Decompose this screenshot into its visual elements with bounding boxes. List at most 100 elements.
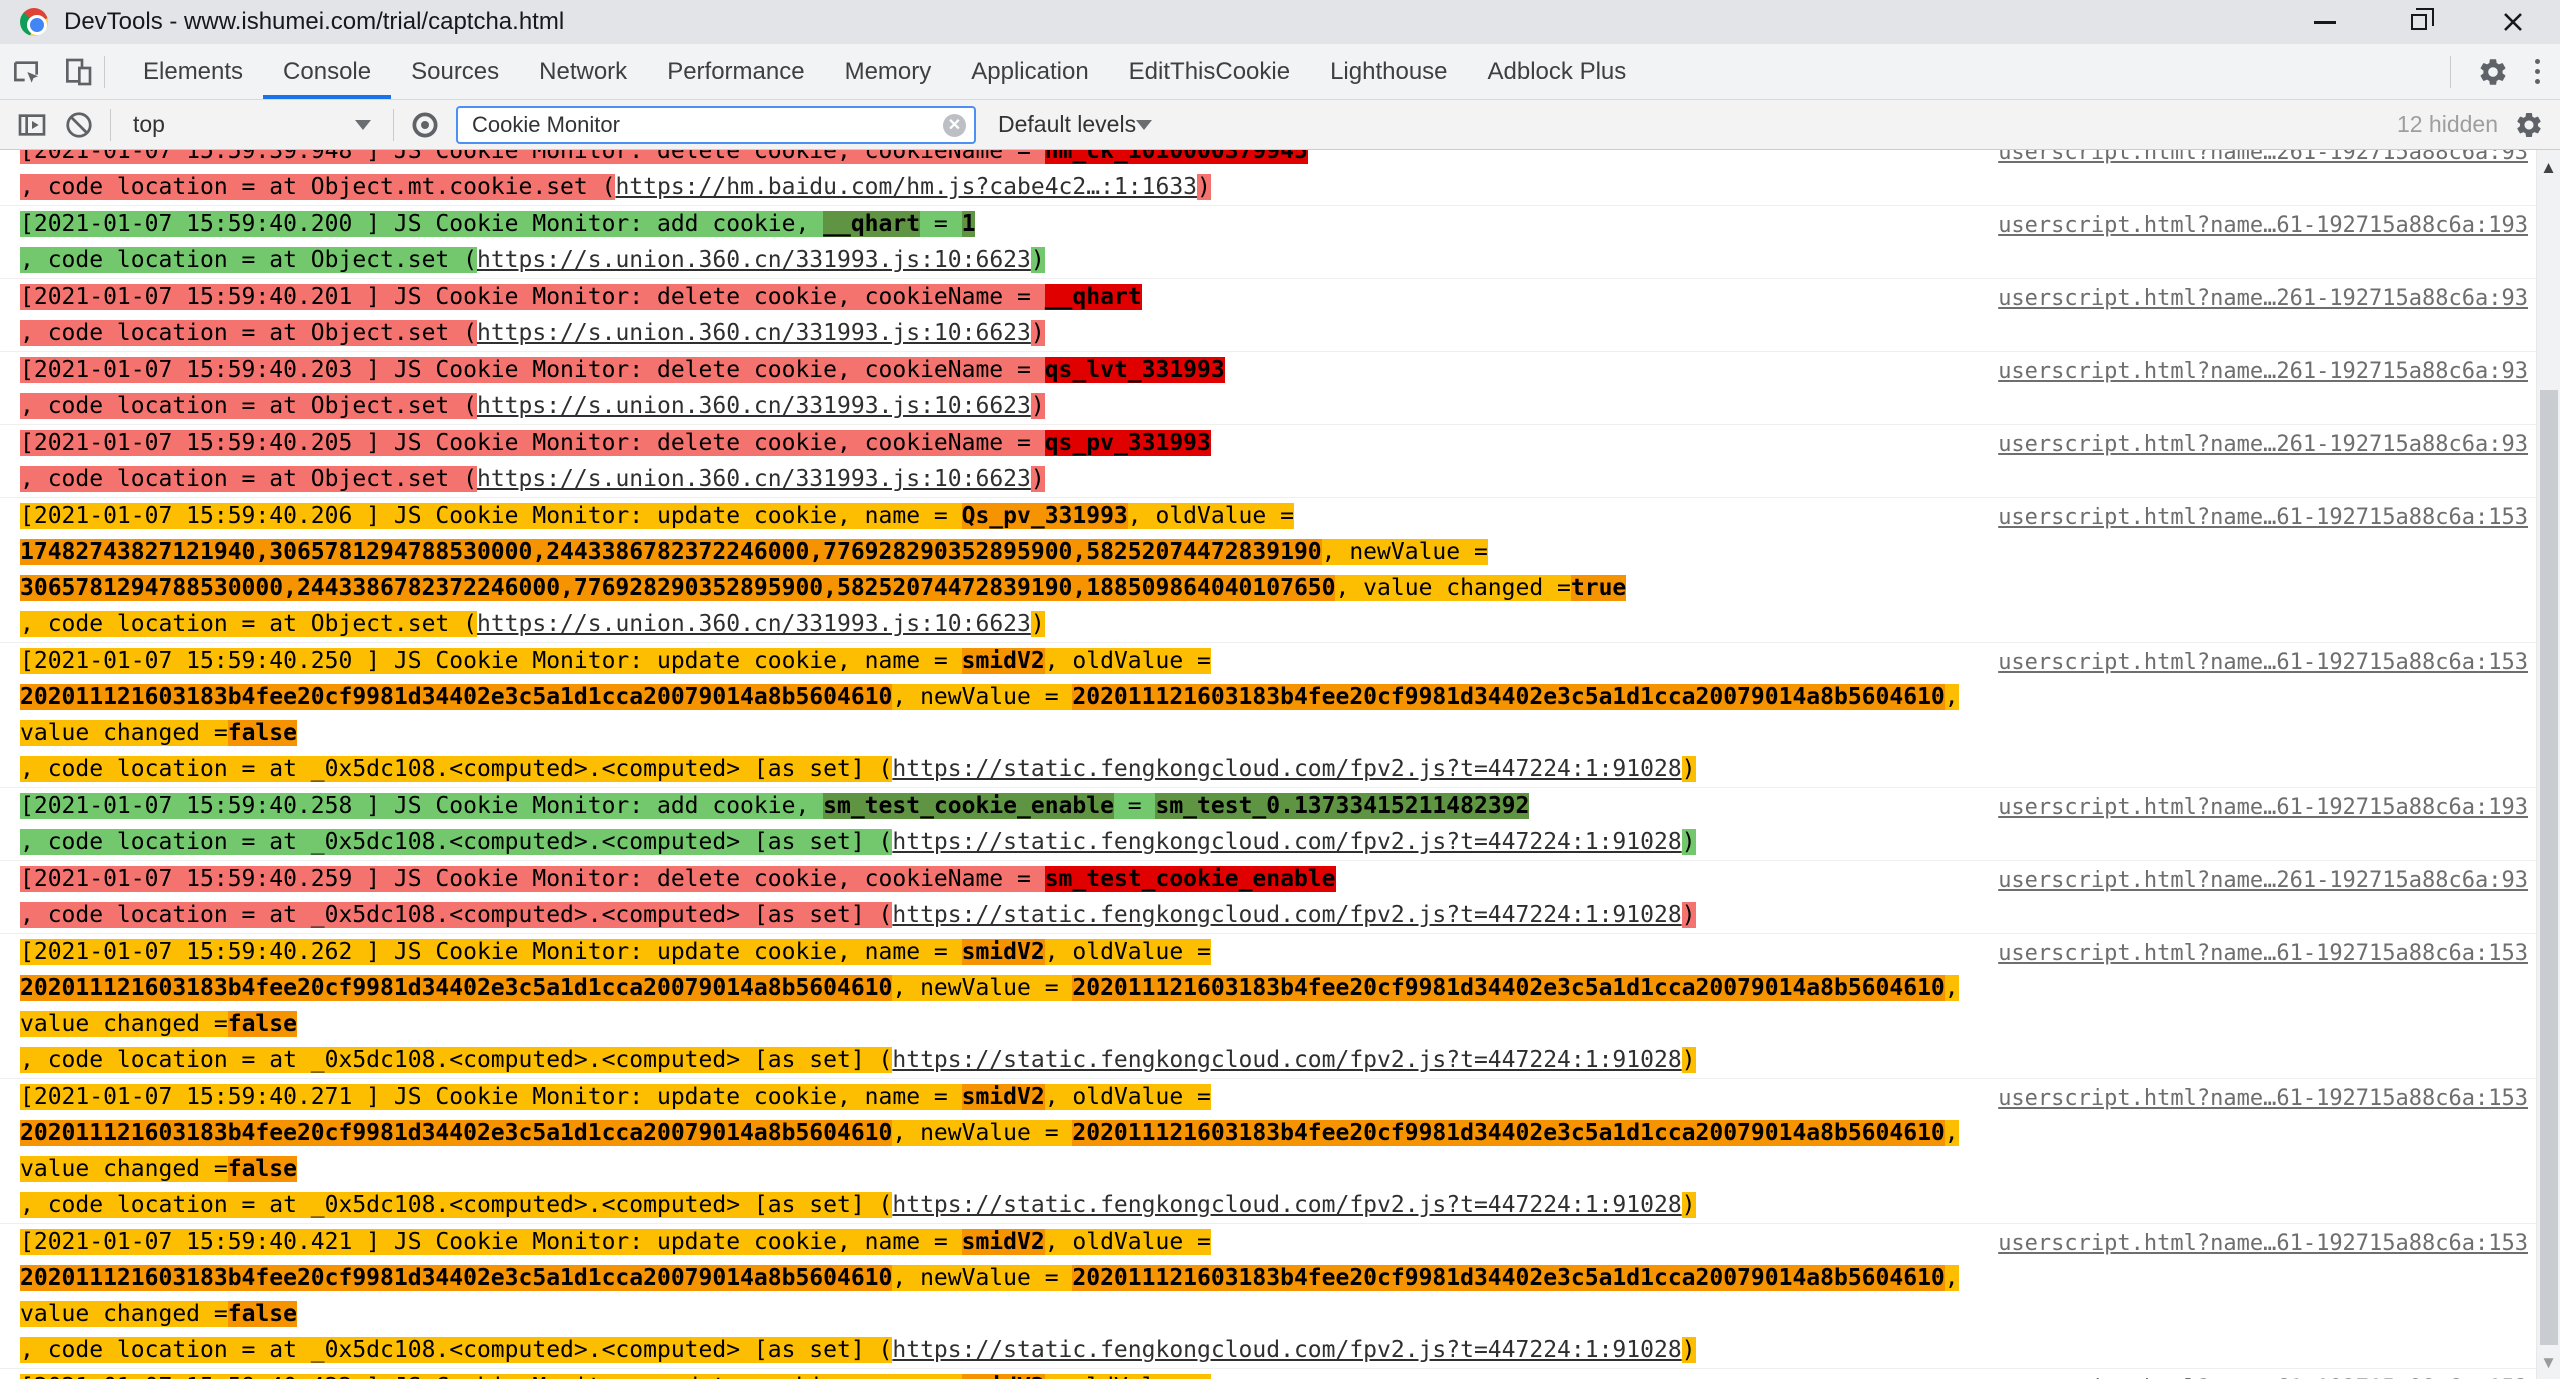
log-message: [2021-01-07 15:59:40.200 ] JS Cookie Mon… bbox=[20, 206, 1986, 278]
source-location-link[interactable]: userscript.html?name…261-192715a88c6a:93 bbox=[1986, 861, 2536, 899]
source-location-link[interactable]: userscript.html?name…61-192715a88c6a:193 bbox=[1986, 788, 2536, 826]
log-text: = bbox=[920, 211, 962, 237]
code-location-link[interactable]: https://static.fengkongcloud.com/fpv2.js… bbox=[892, 1047, 1681, 1073]
code-location-link[interactable]: https://s.union.360.cn/331993.js:10:6623 bbox=[477, 466, 1031, 492]
tab-application[interactable]: Application bbox=[951, 44, 1108, 99]
log-text: ) bbox=[1031, 611, 1045, 637]
tab-sources[interactable]: Sources bbox=[391, 44, 519, 99]
log-line: [2021-01-07 15:59:40.262 ] JS Cookie Mon… bbox=[20, 934, 1986, 970]
code-location-link[interactable]: https://static.fengkongcloud.com/fpv2.js… bbox=[892, 829, 1681, 855]
log-text: , code location = at _0x5dc108.<computed… bbox=[20, 756, 892, 782]
device-toolbar-icon bbox=[62, 56, 94, 88]
close-button[interactable] bbox=[2466, 0, 2560, 44]
tab-strip: ElementsConsoleSourcesNetworkPerformance… bbox=[123, 44, 1646, 99]
minimize-button[interactable] bbox=[2278, 0, 2372, 44]
log-text: , oldValue = bbox=[1128, 503, 1294, 529]
log-line: 202011121603183b4fee20cf9981d34402e3c5a1… bbox=[20, 679, 1986, 751]
source-location-link[interactable]: userscript.html?name…261-192715a88c6a:93 bbox=[1986, 150, 2536, 171]
code-location-link[interactable]: https://s.union.360.cn/331993.js:10:6623 bbox=[477, 611, 1031, 637]
devtools-settings-gear-icon[interactable] bbox=[2477, 56, 2509, 88]
log-line: [2021-01-07 15:59:40.200 ] JS Cookie Mon… bbox=[20, 206, 1986, 242]
cookie-highlight: 3065781294788530000,2443386782372246000,… bbox=[20, 575, 1335, 601]
log-line: 17482743827121940,3065781294788530000,24… bbox=[20, 534, 1986, 570]
source-location-link[interactable]: userscript.html?name…61-192715a88c6a:153 bbox=[1986, 1369, 2536, 1379]
console-log-entry: [2021-01-07 15:59:40.259 ] JS Cookie Mon… bbox=[0, 861, 2536, 934]
log-text: , oldValue = bbox=[1045, 648, 1211, 674]
source-location-link[interactable]: userscript.html?name…261-192715a88c6a:93 bbox=[1986, 352, 2536, 390]
log-text: [2021-01-07 15:59:40.259 ] JS Cookie Mon… bbox=[20, 866, 1045, 892]
source-location-link[interactable]: userscript.html?name…61-192715a88c6a:153 bbox=[1986, 934, 2536, 972]
inspect-element-button[interactable] bbox=[0, 44, 52, 99]
frame-context-selector[interactable]: top bbox=[127, 111, 377, 138]
tab-console[interactable]: Console bbox=[263, 44, 391, 99]
tab-performance[interactable]: Performance bbox=[647, 44, 824, 99]
source-location-link[interactable]: userscript.html?name…61-192715a88c6a:193 bbox=[1986, 206, 2536, 244]
inspect-cursor-icon bbox=[10, 56, 42, 88]
log-line: , code location = at _0x5dc108.<computed… bbox=[20, 751, 1986, 787]
scrollbar-thumb[interactable] bbox=[2540, 390, 2558, 1345]
more-options-kebab-icon[interactable] bbox=[2535, 59, 2540, 84]
code-location-link[interactable]: https://hm.baidu.com/hm.js?cabe4c2…:1:16… bbox=[615, 174, 1197, 200]
scrollbar-down-arrow-icon[interactable]: ▼ bbox=[2537, 1353, 2560, 1373]
tab-memory[interactable]: Memory bbox=[825, 44, 952, 99]
log-text: [2021-01-07 15:59:40.422 ] JS Cookie Mon… bbox=[20, 1374, 962, 1379]
log-message: [2021-01-07 15:59:40.203 ] JS Cookie Mon… bbox=[20, 352, 1986, 424]
log-line: , code location = at Object.set (https:/… bbox=[20, 461, 1986, 497]
log-text: [2021-01-07 15:59:40.262 ] JS Cookie Mon… bbox=[20, 939, 962, 965]
log-text: , newValue = bbox=[892, 684, 1072, 710]
clear-filter-icon[interactable]: ✕ bbox=[943, 114, 966, 137]
code-location-link[interactable]: https://s.union.360.cn/331993.js:10:6623 bbox=[477, 320, 1031, 346]
cookie-highlight: smidV2 bbox=[962, 1374, 1045, 1379]
source-location-link[interactable]: userscript.html?name…61-192715a88c6a:153 bbox=[1986, 1224, 2536, 1262]
code-location-link[interactable]: https://s.union.360.cn/331993.js:10:6623 bbox=[477, 393, 1031, 419]
close-icon bbox=[2501, 10, 2525, 34]
log-message: [2021-01-07 15:59:40.201 ] JS Cookie Mon… bbox=[20, 279, 1986, 351]
hidden-messages-count[interactable]: 12 hidden bbox=[2397, 111, 2498, 138]
log-text: , code location = at _0x5dc108.<computed… bbox=[20, 1337, 892, 1363]
source-location-link[interactable]: userscript.html?name…61-192715a88c6a:153 bbox=[1986, 1079, 2536, 1117]
code-location-link[interactable]: https://static.fengkongcloud.com/fpv2.js… bbox=[892, 1337, 1681, 1363]
code-location-link[interactable]: https://s.union.360.cn/331993.js:10:6623 bbox=[477, 247, 1031, 273]
vertical-scrollbar[interactable]: ▲ ▼ bbox=[2536, 150, 2560, 1379]
console-filter-input[interactable] bbox=[456, 106, 976, 144]
source-location-link[interactable]: userscript.html?name…261-192715a88c6a:93 bbox=[1986, 425, 2536, 463]
log-line: [2021-01-07 15:59:40.205 ] JS Cookie Mon… bbox=[20, 425, 1986, 461]
code-location-link[interactable]: https://static.fengkongcloud.com/fpv2.js… bbox=[892, 1192, 1681, 1218]
log-levels-dropdown[interactable]: Default levels bbox=[992, 111, 1158, 138]
scrollbar-up-arrow-icon[interactable]: ▲ bbox=[2537, 158, 2560, 178]
tab-adblock-plus[interactable]: Adblock Plus bbox=[1468, 44, 1647, 99]
log-text: [2021-01-07 15:59:40.200 ] JS Cookie Mon… bbox=[20, 211, 823, 237]
log-text: , code location = at Object.set ( bbox=[20, 320, 477, 346]
cookie-highlight: 17482743827121940,3065781294788530000,24… bbox=[20, 539, 1322, 565]
log-line: [2021-01-07 15:59:40.259 ] JS Cookie Mon… bbox=[20, 861, 1986, 897]
cookie-highlight: __qhart bbox=[1045, 284, 1142, 310]
tab-network[interactable]: Network bbox=[519, 44, 647, 99]
log-message: [2021-01-07 15:59:40.421 ] JS Cookie Mon… bbox=[20, 1224, 1986, 1368]
console-log-entry: [2021-01-07 15:59:40.421 ] JS Cookie Mon… bbox=[0, 1224, 2536, 1369]
console-settings-gear-icon[interactable] bbox=[2514, 110, 2544, 140]
cookie-highlight: 202011121603183b4fee20cf9981d34402e3c5a1… bbox=[20, 684, 892, 710]
code-location-link[interactable]: https://static.fengkongcloud.com/fpv2.js… bbox=[892, 756, 1681, 782]
source-location-link[interactable]: userscript.html?name…61-192715a88c6a:153 bbox=[1986, 643, 2536, 681]
tab-elements[interactable]: Elements bbox=[123, 44, 263, 99]
log-line: [2021-01-07 15:59:40.421 ] JS Cookie Mon… bbox=[20, 1224, 1986, 1260]
tab-editthiscookie[interactable]: EditThisCookie bbox=[1109, 44, 1310, 99]
log-text: , code location = at _0x5dc108.<computed… bbox=[20, 1047, 892, 1073]
restore-button[interactable] bbox=[2372, 0, 2466, 44]
chrome-logo-icon bbox=[20, 8, 48, 36]
cookie-highlight: smidV2 bbox=[962, 648, 1045, 674]
log-text: = bbox=[1114, 793, 1156, 819]
live-expression-eye-icon[interactable] bbox=[410, 110, 440, 140]
console-sidebar-toggle-icon[interactable] bbox=[16, 109, 48, 141]
log-text: ) bbox=[1682, 829, 1696, 855]
source-location-link[interactable]: userscript.html?name…261-192715a88c6a:93 bbox=[1986, 279, 2536, 317]
console-log-entry: [2021-01-07 15:59:40.262 ] JS Cookie Mon… bbox=[0, 934, 2536, 1079]
clear-console-icon[interactable] bbox=[64, 110, 94, 140]
source-location-link[interactable]: userscript.html?name…61-192715a88c6a:153 bbox=[1986, 498, 2536, 536]
log-line: , code location = at _0x5dc108.<computed… bbox=[20, 897, 1986, 933]
divider bbox=[393, 109, 394, 141]
restore-icon bbox=[2411, 14, 2427, 30]
device-toolbar-button[interactable] bbox=[52, 44, 104, 99]
code-location-link[interactable]: https://static.fengkongcloud.com/fpv2.js… bbox=[892, 902, 1681, 928]
tab-lighthouse[interactable]: Lighthouse bbox=[1310, 44, 1467, 99]
